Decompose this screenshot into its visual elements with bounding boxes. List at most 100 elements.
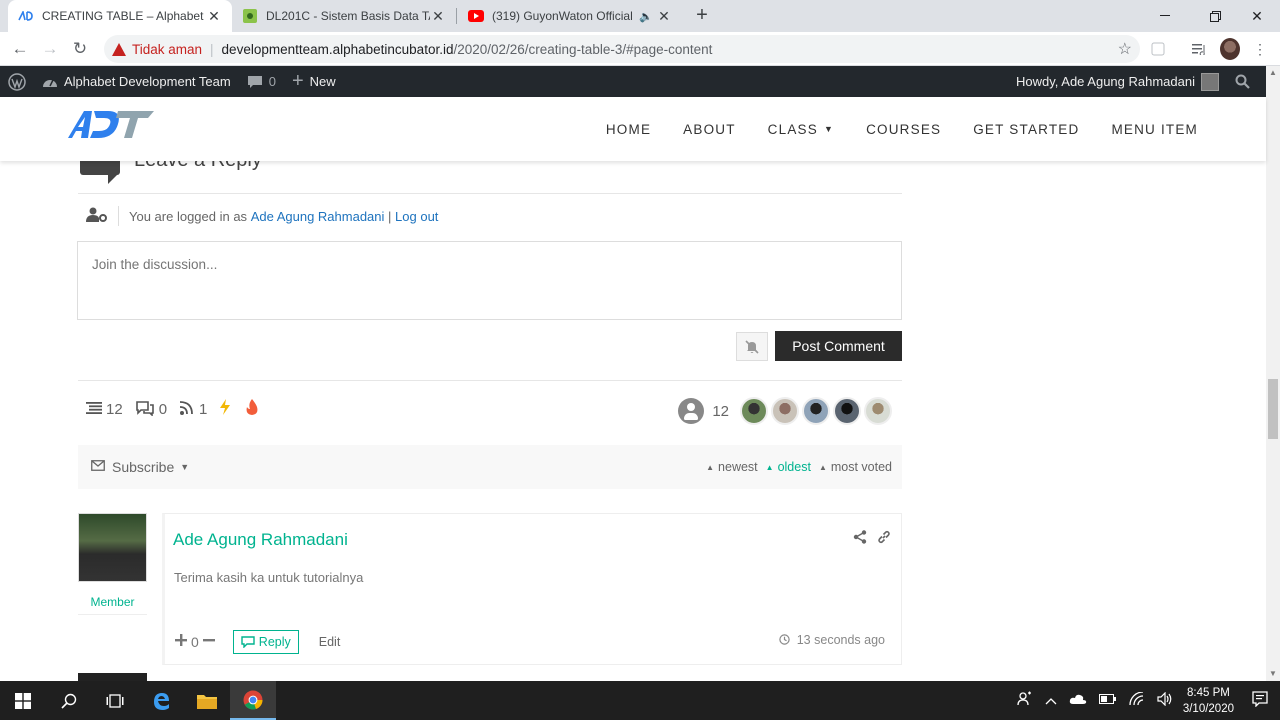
site-logo[interactable] [68, 107, 154, 141]
nav-class[interactable]: CLASS ▼ [768, 122, 834, 137]
edge-button[interactable] [138, 681, 184, 720]
address-bar[interactable]: Tidak aman | developmentteam.alphabetinc… [104, 35, 1140, 63]
minimize-icon[interactable] [1142, 0, 1188, 32]
new-content-button[interactable]: + New [284, 66, 344, 97]
downvote-minus-icon[interactable] [202, 633, 215, 651]
profile-link[interactable]: Ade Agung Rahmadani [251, 209, 385, 224]
address-separator: | [210, 41, 214, 57]
close-tab-icon[interactable]: ✕ [656, 8, 672, 25]
close-tab-icon[interactable]: ✕ [430, 8, 446, 25]
file-explorer-button[interactable] [184, 681, 230, 720]
reload-icon[interactable]: ↻ [68, 37, 92, 61]
participant-avatar[interactable] [833, 397, 861, 425]
comment-timestamp: 13 seconds ago [779, 633, 885, 647]
restore-icon[interactable] [1192, 0, 1238, 32]
plus-icon: + [291, 70, 304, 92]
sort-newest[interactable]: newest [718, 460, 758, 474]
close-window-icon[interactable]: ✕ [1234, 0, 1280, 32]
taskbar-clock[interactable]: 8:45 PM 3/10/2020 [1183, 685, 1234, 717]
replies-stat[interactable]: 0 [135, 400, 167, 420]
followers-stat[interactable]: 1 [179, 400, 208, 419]
back-icon[interactable]: ← [8, 37, 32, 61]
nav-label: MENU ITEM [1111, 121, 1198, 137]
comment-footer: 0 Reply Edit [175, 630, 340, 654]
edit-link[interactable]: Edit [319, 635, 341, 649]
url-path: /2020/02/26/creating-table-3/#page-conte… [453, 41, 713, 57]
notification-toggle-button[interactable] [736, 332, 768, 361]
nav-label: GET STARTED [973, 121, 1080, 137]
caret-down-icon: ▼ [823, 124, 835, 134]
participant-avatar[interactable] [740, 397, 768, 425]
comments-button[interactable]: 0 [239, 66, 284, 97]
youtube-favicon-icon [468, 8, 484, 24]
volume-icon[interactable] [1157, 691, 1173, 709]
nav-about[interactable]: ABOUT [683, 122, 736, 137]
search-button[interactable] [46, 681, 92, 720]
browser-tab-active[interactable]: CREATING TABLE – Alphabet Dev ✕ [8, 0, 232, 32]
chrome-button[interactable] [230, 681, 276, 720]
comment-textarea[interactable] [77, 241, 902, 320]
site-name-button[interactable]: Alphabet Development Team [34, 66, 239, 97]
extension-icon[interactable] [1148, 39, 1168, 59]
comment-body: Ade Agung Rahmadani Terima kasih ka untu… [162, 513, 902, 665]
comment-author-name[interactable]: Ade Agung Rahmadani [173, 530, 348, 550]
new-tab-button[interactable]: + [690, 4, 714, 28]
start-button[interactable] [0, 681, 46, 720]
nav-label: HOME [605, 121, 652, 137]
wp-logo-button[interactable] [0, 66, 34, 97]
browser-tab[interactable]: DL201C - Sistem Basis Data TA. 2 ✕ [232, 0, 456, 32]
security-warning[interactable]: Tidak aman [112, 42, 202, 57]
wifi-icon[interactable] [1129, 691, 1145, 709]
onedrive-icon[interactable] [1069, 693, 1087, 708]
url-host: developmentteam.alphabetincubator.id [221, 41, 454, 57]
sort-arrow-icon: ▲ [706, 462, 715, 472]
post-comment-button[interactable]: Post Comment [775, 331, 902, 361]
people-icon[interactable] [1017, 691, 1033, 710]
fire-icon[interactable] [245, 399, 259, 420]
action-center-icon[interactable] [1252, 691, 1268, 710]
media-control-icon[interactable] [1190, 39, 1210, 59]
logout-link[interactable]: Log out [395, 209, 438, 224]
forward-icon[interactable]: → [38, 37, 62, 61]
sort-most-voted[interactable]: most voted [831, 460, 892, 474]
share-icon[interactable] [853, 530, 867, 547]
comment-item: Member Ade Agung Rahmadani Terima kasih … [78, 513, 902, 665]
participant-avatar[interactable] [771, 397, 799, 425]
folder-icon [197, 694, 217, 709]
followers-count: 1 [199, 401, 208, 418]
lightning-icon[interactable] [219, 399, 231, 420]
account-menu-button[interactable]: Howdy, Ade Agung Rahmadani [1008, 66, 1227, 97]
browser-tab[interactable]: (319) GuyonWaton Official - 🔈 ✕ [458, 0, 682, 32]
nav-home[interactable]: HOME [606, 122, 651, 137]
threads-stat[interactable]: 12 [86, 401, 123, 418]
adt-logo-icon [68, 111, 154, 138]
caret-down-icon: ▼ [180, 462, 190, 472]
nav-get-started[interactable]: GET STARTED [973, 122, 1079, 137]
admin-search-button[interactable] [1227, 66, 1258, 97]
scrollbar-thumb[interactable] [1268, 379, 1278, 439]
scroll-down-icon[interactable]: ▼ [1266, 667, 1280, 681]
next-comment-avatar[interactable] [78, 673, 147, 681]
speaker-icon[interactable]: 🔈 [636, 10, 656, 23]
user-circle-icon [678, 398, 705, 424]
participant-avatar[interactable] [802, 397, 830, 425]
battery-icon[interactable] [1098, 693, 1117, 708]
comment-author-avatar[interactable] [78, 513, 147, 582]
subscribe-dropdown[interactable]: Subscribe ▼ [91, 459, 189, 475]
page-scrollbar[interactable]: ▲ ▼ [1266, 66, 1280, 681]
participant-avatar[interactable] [864, 397, 892, 425]
menu-kebab-icon[interactable]: ⋮ [1250, 39, 1270, 59]
task-view-button[interactable] [92, 681, 138, 720]
link-icon[interactable] [877, 530, 891, 547]
nav-menu-item[interactable]: MENU ITEM [1111, 122, 1198, 137]
bookmark-star-icon[interactable]: ☆ [1118, 39, 1132, 59]
nav-courses[interactable]: COURSES [866, 122, 941, 137]
chevron-up-icon[interactable] [1045, 693, 1057, 708]
scroll-up-icon[interactable]: ▲ [1266, 66, 1280, 80]
sort-oldest[interactable]: oldest [778, 460, 811, 474]
profile-avatar[interactable] [1220, 38, 1240, 60]
close-tab-icon[interactable]: ✕ [206, 8, 222, 25]
upvote-plus-icon[interactable] [175, 633, 187, 651]
reply-button[interactable]: Reply [232, 630, 299, 654]
bell-off-icon [745, 339, 759, 354]
